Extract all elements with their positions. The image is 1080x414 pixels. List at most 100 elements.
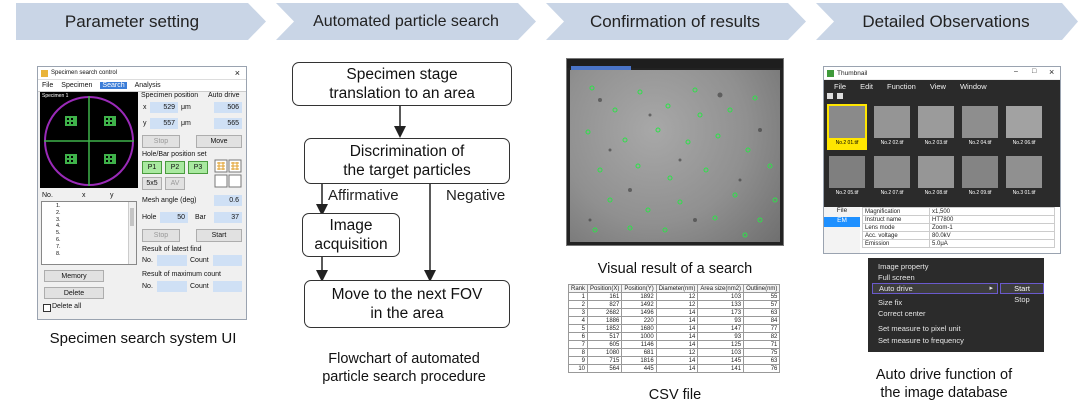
context-item-pixel-unit[interactable]: Set measure to pixel unit: [878, 324, 961, 333]
menu-window[interactable]: Window: [960, 82, 987, 91]
thumbnail-image[interactable]: [1006, 156, 1042, 188]
start-search-button[interactable]: Start: [196, 229, 242, 242]
close-icon[interactable]: ×: [235, 68, 240, 78]
delete-all-label: Delete all: [52, 303, 82, 310]
thumbnail-image[interactable]: [829, 156, 865, 188]
close-icon[interactable]: ×: [1049, 67, 1054, 77]
delete-all-checkbox[interactable]: [43, 304, 51, 312]
max-no-label: No.: [142, 283, 153, 290]
menu-specimen[interactable]: Specimen: [61, 82, 92, 89]
menu-view[interactable]: View: [930, 82, 946, 91]
list-item[interactable]: 3.: [56, 217, 61, 224]
thumbnail-image[interactable]: [874, 156, 910, 188]
thumbnail-caption: No.2 06.tif: [1012, 140, 1036, 146]
csv-cell: 1816: [621, 356, 657, 365]
mesh-angle-field[interactable]: 0.6: [214, 195, 242, 206]
minimize-icon[interactable]: –: [1014, 68, 1018, 75]
list-item[interactable]: 7.: [56, 244, 61, 251]
specimen-map[interactable]: Specimen 1: [40, 92, 138, 188]
property-value: x1,500: [929, 207, 1055, 216]
list-item[interactable]: 4.: [56, 223, 61, 230]
x-position-field[interactable]: 529: [150, 102, 178, 113]
print-icon[interactable]: [836, 93, 843, 99]
grid-pattern-icon[interactable]: [214, 159, 242, 189]
context-item-correct-center[interactable]: Correct center: [878, 309, 926, 318]
scrollbar-thumb[interactable]: [130, 208, 134, 226]
save-icon[interactable]: [827, 93, 833, 99]
context-item-image-property[interactable]: Image property: [878, 262, 928, 271]
csv-cell: 715: [587, 356, 623, 365]
bar-field[interactable]: 37: [214, 212, 242, 223]
auto-drive-label: Auto drive: [208, 92, 240, 99]
context-item-size-fix[interactable]: Size fix: [878, 298, 902, 307]
csv-header: Outline(nm): [743, 284, 781, 293]
thumbnail-image[interactable]: [1006, 106, 1042, 138]
list-item[interactable]: 8.: [56, 251, 61, 258]
panel4-caption-line1: Auto drive function of: [875, 367, 1013, 383]
stop-search-button[interactable]: Stop: [142, 229, 180, 242]
delete-button[interactable]: Delete: [44, 287, 104, 299]
thumbnail-image[interactable]: [962, 156, 998, 188]
step-detailed-observations: Detailed Observations: [862, 11, 1030, 31]
thumbnail-image[interactable]: [962, 106, 998, 138]
thumbnail-caption: No.2 03.tif: [924, 140, 948, 146]
csv-header: Diameter(nm): [655, 284, 699, 293]
x-auto-field[interactable]: 506: [214, 102, 242, 113]
thumbnail-image[interactable]: [918, 156, 954, 188]
p3-button[interactable]: P3: [188, 161, 208, 174]
y-position-field[interactable]: 557: [150, 118, 178, 129]
thumbnail-caption: No.2 08.tif: [924, 190, 948, 196]
memory-button[interactable]: Memory: [44, 270, 104, 282]
csv-cell: 5: [567, 324, 589, 333]
flow-box2-line2: the target particles: [343, 162, 471, 179]
context-item-auto-drive[interactable]: Auto drive ▸: [872, 283, 998, 294]
menu-file[interactable]: File: [42, 82, 53, 89]
five-by-five-button[interactable]: 5x5: [142, 177, 162, 190]
map-label: Specimen 1: [42, 93, 69, 99]
submenu-stop[interactable]: Stop: [1000, 295, 1044, 306]
flow-box-discrimination: Discrimination of the target particles: [304, 138, 510, 184]
side-tab-em[interactable]: EM: [824, 217, 860, 227]
csv-cell: 445: [621, 364, 657, 373]
menu-search[interactable]: Search: [100, 82, 127, 89]
specimen-position-label: Specimen position: [141, 92, 199, 99]
list-item[interactable]: 5.: [56, 230, 61, 237]
specimen-map-graphic: [44, 96, 134, 186]
csv-cell: 12: [655, 348, 699, 357]
context-item-frequency[interactable]: Set measure to frequency: [878, 336, 964, 345]
p1-button[interactable]: P1: [142, 161, 162, 174]
menu-function[interactable]: Function: [887, 82, 916, 91]
menu-file[interactable]: File: [834, 82, 846, 91]
thumbnail-image[interactable]: [874, 106, 910, 138]
x-label: x: [143, 104, 147, 111]
property-row: Instruct name HT7800: [862, 215, 1055, 224]
maximize-icon[interactable]: □: [1032, 68, 1036, 75]
thumbnail-menu-bar: File Edit Function View Window: [824, 80, 1060, 92]
latest-count-label: Count: [190, 257, 209, 264]
side-tab-file[interactable]: File: [824, 207, 860, 217]
list-item[interactable]: 2.: [56, 210, 61, 217]
stop-move-button[interactable]: Stop: [142, 135, 180, 148]
move-button[interactable]: Move: [196, 135, 242, 148]
csv-cell: 82: [743, 332, 781, 341]
submenu-start[interactable]: Start: [1000, 283, 1044, 294]
hole-field[interactable]: 50: [160, 212, 188, 223]
av-button[interactable]: AV: [165, 177, 185, 190]
hole-bar-position-label: Hole/Bar position set: [142, 151, 207, 158]
p2-button[interactable]: P2: [165, 161, 185, 174]
list-item[interactable]: 6.: [56, 237, 61, 244]
csv-cell: 14: [655, 324, 699, 333]
thumbnail-image[interactable]: [918, 106, 954, 138]
visual-result-caption: Visual result of a search: [597, 261, 753, 277]
window-title: Specimen search control: [51, 70, 118, 76]
position-list[interactable]: 1. 2. 3. 4. 5. 6. 7. 8.: [41, 201, 137, 265]
list-scrollbar[interactable]: [128, 202, 136, 264]
csv-cell: 63: [743, 356, 781, 365]
context-item-full-screen[interactable]: Full screen: [878, 273, 915, 282]
auto-drive-submenu: Start Stop: [1000, 283, 1044, 307]
list-item[interactable]: 1.: [56, 203, 61, 210]
y-auto-field[interactable]: 565: [214, 118, 242, 129]
thumbnail-image[interactable]: [829, 106, 865, 138]
menu-analysis[interactable]: Analysis: [135, 82, 161, 89]
menu-edit[interactable]: Edit: [860, 82, 873, 91]
